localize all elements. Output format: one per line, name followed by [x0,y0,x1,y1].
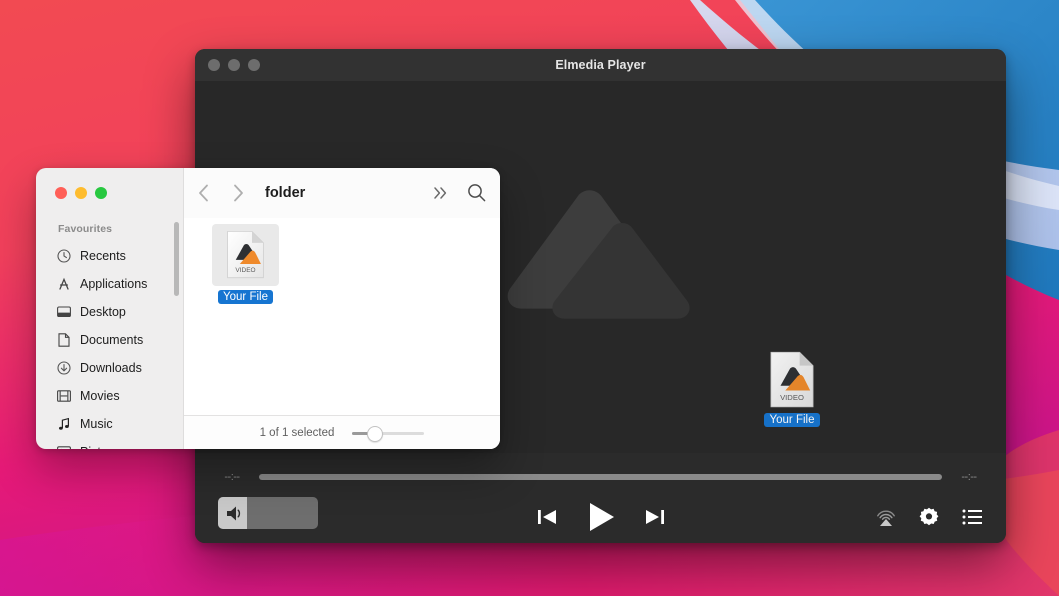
elmedia-watermark-icon [507,190,690,319]
timeline-row[interactable]: --:-- --:-- [195,467,1006,487]
elapsed-time-label: --:-- [224,471,240,483]
desktop-icon [56,305,71,320]
video-file-icon: VIDEO [770,351,814,408]
finder-zoom-button[interactable] [95,187,107,199]
sidebar-item-recents[interactable]: Recents [36,242,183,270]
remaining-time-label: --:-- [961,471,977,483]
playlist-icon[interactable] [962,509,982,525]
applications-icon [56,277,71,292]
download-icon [56,361,71,376]
sidebar-item-label: Applications [80,277,148,291]
clock-icon [56,249,71,264]
chevron-right-icon[interactable] [233,184,244,202]
sidebar-scrollbar[interactable] [174,222,179,296]
slider-thumb[interactable] [367,425,384,442]
sidebar-item-label: Movies [80,389,120,403]
gear-icon[interactable] [919,507,939,527]
sidebar-item-downloads[interactable]: Downloads [36,354,183,382]
finder-traffic-lights[interactable] [55,187,107,199]
speaker-icon[interactable] [225,505,244,522]
file-thumbnail[interactable]: VIDEO [212,224,279,286]
sidebar-item-desktop[interactable]: Desktop [36,298,183,326]
finder-sidebar[interactable]: Favourites Recents Applications Desktop [36,168,184,449]
selection-status-text: 1 of 1 selected [259,426,335,439]
sidebar-item-music[interactable]: Music [36,410,183,438]
music-note-icon [56,417,71,432]
sidebar-item-documents[interactable]: Documents [36,326,183,354]
sidebar-item-label: Desktop [80,305,126,319]
sidebar-item-label: Downloads [80,361,142,375]
double-chevron-right-icon[interactable] [433,185,449,201]
previous-track-icon[interactable] [536,506,558,528]
svg-text:VIDEO: VIDEO [235,267,255,274]
finder-main-pane: folder VIDEO Your File 1 of 1 selected [184,168,500,449]
next-track-icon[interactable] [644,506,666,528]
dragged-file-label: Your File [763,413,821,427]
finder-window[interactable]: Favourites Recents Applications Desktop [36,168,500,449]
finder-minimize-button[interactable] [75,187,87,199]
player-titlebar[interactable]: Elmedia Player [195,49,1006,82]
icon-size-slider[interactable] [352,425,425,442]
photo-icon [56,445,71,449]
finder-close-button[interactable] [55,187,67,199]
player-window-title: Elmedia Player [555,58,646,72]
document-icon [56,333,71,348]
timeline-slider[interactable] [259,474,942,480]
file-label[interactable]: Your File [218,290,273,304]
film-icon [56,389,71,404]
sidebar-item-label: Music [80,417,113,431]
transport-row [195,493,1006,541]
player-controls-bar[interactable]: --:-- --:-- [195,453,1006,543]
video-file-icon: VIDEO [227,231,264,279]
finder-toolbar[interactable]: folder [184,168,500,219]
file-item[interactable]: VIDEO Your File [212,224,279,304]
sidebar-item-label: Pictures [80,445,125,449]
sidebar-item-applications[interactable]: Applications [36,270,183,298]
finder-statusbar: 1 of 1 selected [184,415,500,449]
play-icon[interactable] [586,501,616,533]
finder-path-title: folder [265,185,306,201]
sidebar-item-label: Documents [80,333,144,347]
sidebar-item-pictures[interactable]: Pictures [36,438,183,449]
transport-controls[interactable] [536,493,666,541]
sidebar-section-title: Favourites [58,223,113,235]
volume-slider[interactable] [218,497,318,529]
sidebar-list[interactable]: Recents Applications Desktop Documents D… [36,242,183,449]
finder-file-grid[interactable]: VIDEO Your File [184,218,500,416]
sidebar-item-movies[interactable]: Movies [36,382,183,410]
player-right-controls[interactable] [876,493,982,541]
dragged-file-ghost: VIDEO Your File [761,351,823,427]
sidebar-item-label: Recents [80,249,126,263]
chevron-left-icon[interactable] [198,184,209,202]
svg-text:VIDEO: VIDEO [780,393,804,402]
airplay-icon[interactable] [876,507,896,527]
search-icon[interactable] [467,183,486,202]
